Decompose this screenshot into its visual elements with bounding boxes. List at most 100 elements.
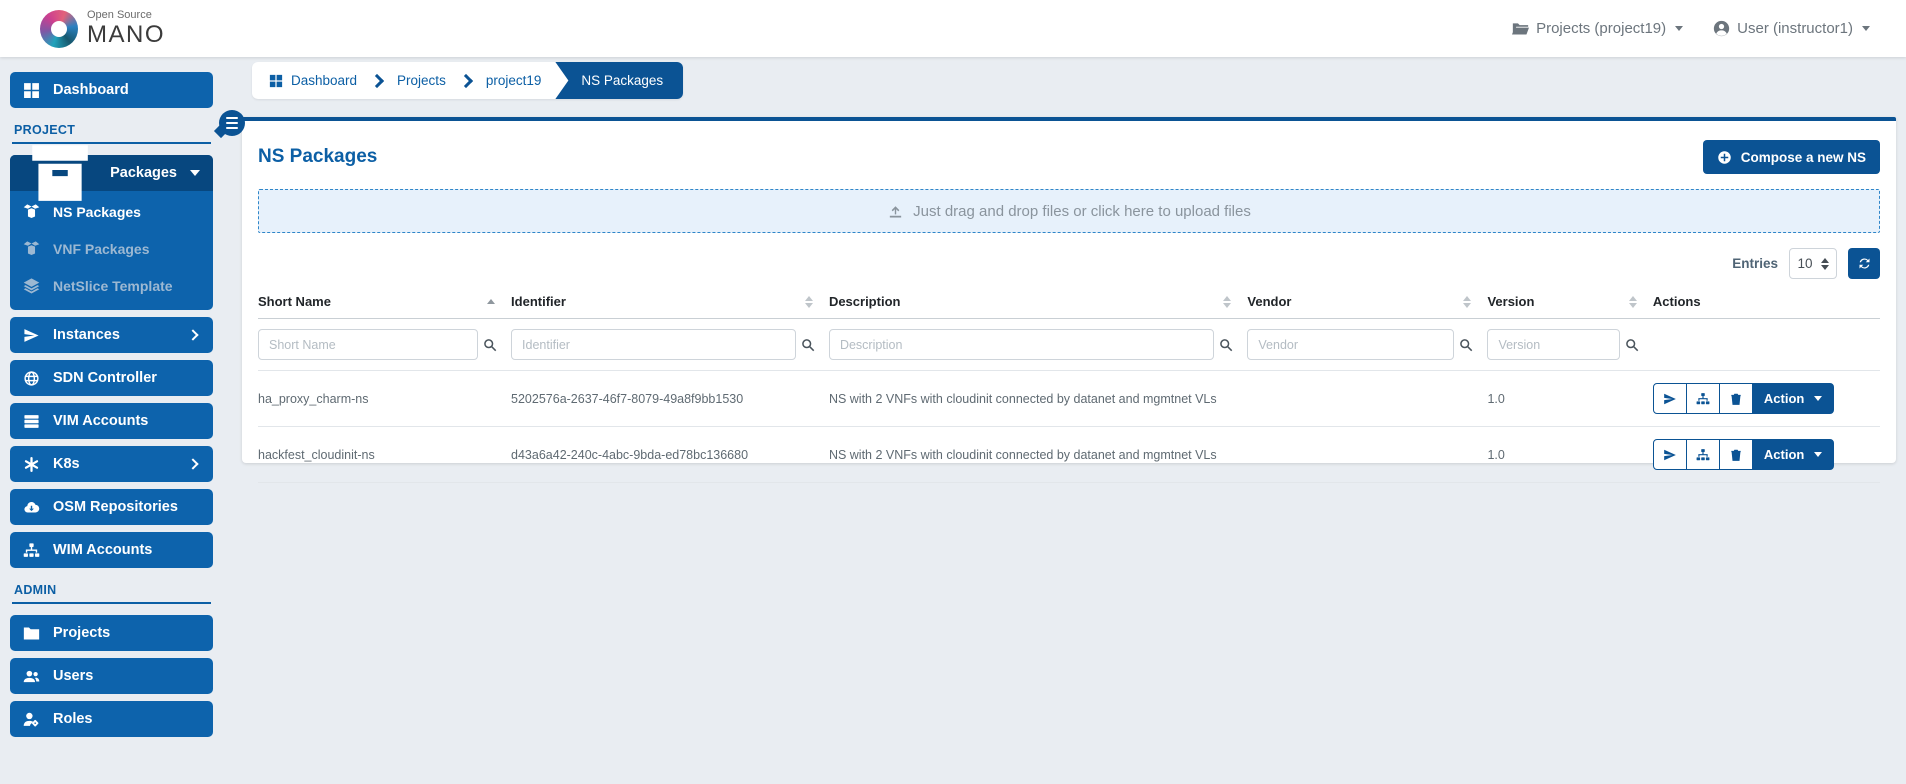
projects-dropdown[interactable]: Projects (project19) <box>1512 20 1684 37</box>
instantiate-ns-button[interactable] <box>1652 439 1687 470</box>
sidebar-item-vim-accounts[interactable]: VIM Accounts <box>10 403 213 439</box>
folder-open-icon <box>1512 23 1530 35</box>
breadcrumb-ns-packages-active: NS Packages <box>555 62 684 99</box>
breadcrumb-project19[interactable]: project19 <box>486 73 542 88</box>
chevron-right-icon <box>187 458 199 470</box>
sidebar-item-label: NetSlice Template <box>53 277 173 294</box>
sort-ascending-icon <box>487 299 496 304</box>
trash-icon <box>1731 393 1741 405</box>
sitemap-icon <box>1696 448 1710 460</box>
dashboard-grid-icon <box>269 74 283 87</box>
filter-input-vendor[interactable] <box>1247 329 1455 360</box>
user-dropdown[interactable]: User (instructor1) <box>1713 20 1870 37</box>
sidebar-item-k8s[interactable]: K8s <box>10 446 213 482</box>
breadcrumb: Dashboard Projects project19 NS Packages <box>252 62 684 99</box>
file-upload-dropzone[interactable]: Just drag and drop files or click here t… <box>258 189 1880 233</box>
sidebar-item-users[interactable]: Users <box>10 658 213 694</box>
filter-input-identifier[interactable] <box>511 329 796 360</box>
action-dropdown-button[interactable]: Action <box>1751 383 1835 414</box>
breadcrumb-projects[interactable]: Projects <box>397 73 446 88</box>
upload-hint-text: Just drag and drop files or click here t… <box>913 202 1251 220</box>
column-header-identifier[interactable]: Identifier <box>511 288 829 319</box>
sidebar: Dashboard PROJECT Packages NS Packages V… <box>10 72 213 744</box>
column-header-description[interactable]: Description <box>828 288 1248 319</box>
filter-input-version[interactable] <box>1487 329 1620 360</box>
chevron-down-icon <box>1675 26 1684 31</box>
folder-icon <box>23 627 40 639</box>
entries-count-value: 10 <box>1797 256 1813 271</box>
box-open-icon <box>23 241 40 256</box>
sidebar-item-projects[interactable]: Projects <box>10 615 213 651</box>
sidebar-item-roles[interactable]: Roles <box>10 701 213 737</box>
column-header-actions: Actions <box>1652 288 1880 319</box>
table-row-hackfest-cloudinit-ns: hackfest_cloudinit-ns d43a6a42-240c-4abc… <box>258 426 1880 483</box>
delete-ns-button[interactable] <box>1718 383 1753 414</box>
layers-icon <box>23 278 40 294</box>
logo-top-text: Open Source <box>87 9 152 22</box>
sidebar-item-instances[interactable]: Instances <box>10 317 213 353</box>
sort-icon <box>1628 295 1637 308</box>
box-icon <box>32 145 88 201</box>
sync-icon <box>1859 258 1869 269</box>
user-tag-icon <box>23 712 39 726</box>
column-header-short-name[interactable]: Short Name <box>258 288 512 319</box>
action-dropdown-button[interactable]: Action <box>1751 439 1835 470</box>
sidebar-item-label: Instances <box>53 327 120 343</box>
cell-vendor <box>1247 370 1488 427</box>
breadcrumb-dashboard[interactable]: Dashboard <box>269 73 357 88</box>
filter-input-description[interactable] <box>828 329 1215 360</box>
sidebar-item-dashboard[interactable]: Dashboard <box>10 72 213 108</box>
sidebar-item-label: OSM Repositories <box>53 499 178 515</box>
sort-icon <box>804 295 813 308</box>
breadcrumb-chevron-icon <box>369 73 385 88</box>
server-icon <box>24 414 39 428</box>
sidebar-item-label: Roles <box>53 711 93 727</box>
sidebar-item-label: VNF Packages <box>53 240 150 257</box>
paper-plane-icon <box>24 328 39 342</box>
chevron-right-icon <box>187 329 199 341</box>
show-topology-button[interactable] <box>1685 383 1720 414</box>
entries-count-input[interactable]: 10 <box>1789 248 1837 279</box>
sitemap-icon <box>23 542 40 557</box>
instantiate-ns-button[interactable] <box>1652 383 1687 414</box>
cell-short-name: hackfest_cloudinit-ns <box>258 426 512 483</box>
column-header-version[interactable]: Version <box>1487 288 1653 319</box>
chevron-down-icon <box>1814 452 1823 457</box>
table-row-ha-proxy-charm-ns: ha_proxy_charm-ns 5202576a-2637-46f7-807… <box>258 370 1880 427</box>
sidebar-item-label: Users <box>53 668 94 684</box>
show-topology-button[interactable] <box>1685 439 1720 470</box>
paper-plane-icon <box>1664 449 1676 460</box>
cell-identifier: d43a6a42-240c-4abc-9bda-ed78bc136680 <box>511 426 829 483</box>
sidebar-section-admin: ADMIN <box>12 575 211 604</box>
sort-icon <box>1463 295 1472 308</box>
sitemap-icon <box>1696 392 1710 404</box>
sidebar-item-wim-accounts[interactable]: WIM Accounts <box>10 532 213 568</box>
sidebar-item-label: WIM Accounts <box>53 542 153 558</box>
delete-ns-button[interactable] <box>1718 439 1753 470</box>
breadcrumb-label: Projects <box>397 73 446 88</box>
compose-new-ns-button[interactable]: Compose a new NS <box>1702 140 1880 174</box>
box-open-icon <box>23 204 40 219</box>
sidebar-item-osm-repositories[interactable]: OSM Repositories <box>10 489 213 525</box>
compose-new-ns-label: Compose a new NS <box>1740 149 1866 165</box>
projects-dropdown-label: Projects (project19) <box>1536 20 1667 37</box>
sidebar-item-netslice-template[interactable]: NetSlice Template <box>10 268 213 303</box>
refresh-button[interactable] <box>1848 248 1880 279</box>
sidebar-toggle-button[interactable] <box>219 110 245 136</box>
cell-version: 1.0 <box>1487 426 1653 483</box>
users-icon <box>23 670 40 682</box>
sidebar-item-label: NS Packages <box>53 203 141 220</box>
sidebar-item-vnf-packages[interactable]: VNF Packages <box>10 231 213 266</box>
sidebar-item-label: Dashboard <box>53 82 129 98</box>
globe-icon <box>24 370 39 386</box>
filter-input-short-name[interactable] <box>258 329 479 360</box>
number-stepper-icon <box>1820 257 1829 270</box>
osm-logo-swirl-icon <box>40 9 78 48</box>
ns-packages-table: Short Name Identifier Description Vendor… <box>258 288 1880 483</box>
hamburger-icon <box>226 117 238 119</box>
sidebar-item-sdn-controller[interactable]: SDN Controller <box>10 360 213 396</box>
sidebar-item-packages[interactable]: Packages <box>10 145 213 201</box>
column-header-vendor[interactable]: Vendor <box>1247 288 1488 319</box>
asterisk-icon <box>24 456 39 472</box>
paper-plane-icon <box>1664 393 1676 404</box>
